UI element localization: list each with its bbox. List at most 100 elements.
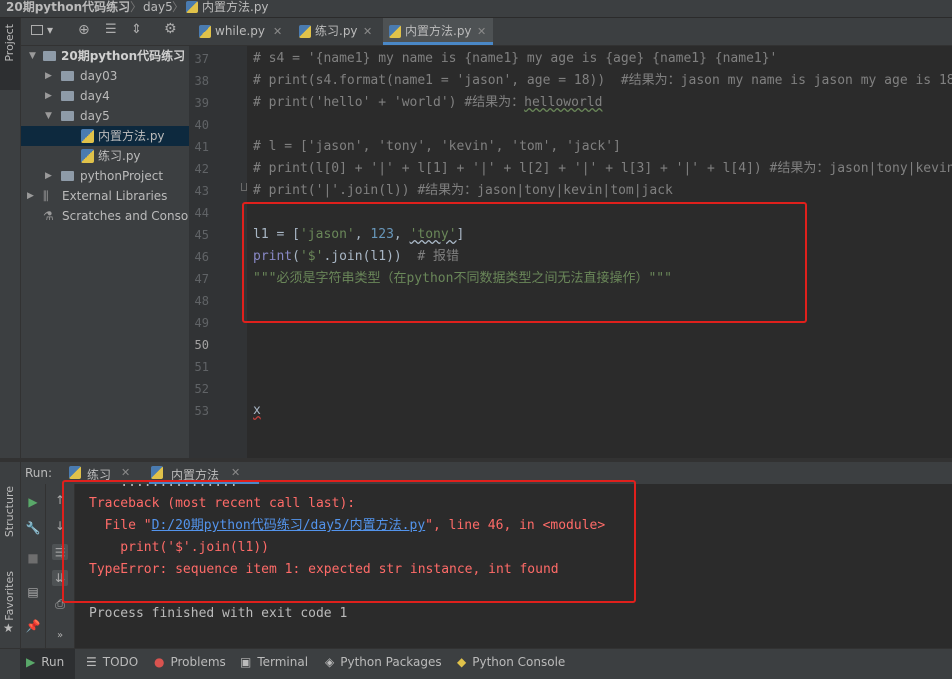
code-line: # l = ['jason', 'tony', 'kevin', 'tom', … (253, 139, 621, 154)
code-line: # print(s4.format(name1 = 'jason', age =… (253, 73, 952, 88)
tree-item-practice[interactable]: 练习.py (21, 146, 189, 166)
line-number: 38 (194, 74, 209, 88)
bottom-tab-todo[interactable]: ☰ TODO (86, 649, 138, 679)
star-icon[interactable]: ★ (3, 621, 14, 635)
python-file-icon (186, 1, 198, 13)
project-tree: ▼ 20期python代码练习 ▶ day03 ▶ day4 ▼ day5 内置… (21, 46, 205, 458)
tab-practice[interactable]: 练习.py ✕ (293, 18, 379, 45)
collapse-all-icon[interactable]: ☰ (105, 22, 117, 37)
line-number: 49 (194, 316, 209, 330)
tree-item-label: day03 (80, 69, 118, 83)
close-icon[interactable]: ✕ (363, 18, 372, 45)
python-file-icon (389, 25, 401, 38)
tree-item-day5[interactable]: ▼ day5 (21, 106, 189, 126)
tree-item-day03[interactable]: ▶ day03 (21, 66, 189, 86)
tree-item-external-libraries[interactable]: ▶ ⫼ External Libraries (21, 186, 189, 206)
locate-icon[interactable]: ⊕ (78, 22, 90, 38)
favorites-stripe-label[interactable]: Favorites (3, 571, 16, 621)
tree-item-day4[interactable]: ▶ day4 (21, 86, 189, 106)
tree-item-label: 20期python代码练习 (61, 49, 186, 63)
project-stripe-button[interactable]: Project (0, 18, 20, 90)
folder-icon (61, 171, 74, 181)
chevron-down-icon[interactable]: ▼ (45, 106, 52, 126)
chevron-right-icon[interactable]: ▶ (45, 66, 52, 86)
tree-item-label: pythonProject (80, 169, 164, 183)
tab-builtin-methods[interactable]: 内置方法.py ✕ (383, 18, 493, 45)
folder-icon (61, 91, 74, 101)
project-view-dropdown[interactable]: ▾ (47, 23, 53, 37)
expand-all-icon[interactable]: ⇕ (131, 22, 142, 37)
terminal-icon: ▣ (240, 655, 252, 669)
tree-item-scratches[interactable]: ⚗ Scratches and Consoles (21, 206, 205, 226)
code-line: # print(l[0] + '|' + l[1] + '|' + l[2] +… (253, 161, 952, 176)
bottom-tab-python-console[interactable]: ◆ Python Console (457, 649, 565, 679)
bottom-tab-run[interactable]: ▶ Run (20, 649, 75, 679)
python-icon: ◆ (457, 655, 467, 669)
bottom-tab-label: TODO (102, 655, 139, 669)
close-icon[interactable]: ✕ (273, 18, 282, 45)
project-view-icon[interactable] (31, 25, 43, 35)
line-number: 51 (194, 360, 209, 374)
bottom-tab-terminal[interactable]: ▣ Terminal (240, 649, 308, 679)
chevron-down-icon[interactable]: ▼ (29, 46, 36, 66)
code-comment: # print('hello' + 'world') #结果为： (253, 95, 525, 110)
line-number: 40 (194, 118, 209, 132)
python-file-icon (81, 149, 94, 163)
rerun-icon[interactable]: ▶ (25, 494, 41, 510)
close-icon[interactable]: ✕ (477, 18, 486, 45)
chevron-right-icon[interactable]: ▶ (45, 166, 52, 186)
tree-item-label: Scratches and Consoles (62, 209, 206, 223)
folder-icon (61, 71, 74, 81)
breadcrumb-separator: 〉 (130, 0, 143, 14)
line-number: 53 (194, 404, 209, 418)
tree-item-root[interactable]: ▼ 20期python代码练习 (21, 46, 189, 66)
bottom-tab-label: Problems (170, 655, 226, 669)
breadcrumb-separator: 〉 (172, 0, 185, 14)
tree-item-builtin-methods[interactable]: 内置方法.py (21, 126, 189, 146)
chevron-right-icon[interactable]: ▶ (45, 86, 52, 106)
python-file-icon (81, 129, 94, 143)
wrench-icon[interactable]: 🔧 (25, 520, 41, 536)
packages-icon: ◈ (325, 655, 335, 669)
close-icon[interactable]: ✕ (231, 466, 240, 479)
line-number: 47 (194, 272, 209, 286)
close-icon[interactable]: ✕ (121, 466, 130, 479)
breadcrumb: 20期python代码练习 〉 day5 〉 内置方法.py (0, 0, 952, 18)
bottom-tab-problems[interactable]: ● Problems (154, 649, 226, 679)
code-comment-typo: helloworld (524, 95, 603, 110)
project-panel-header: ▾ ⊕ ☰ ⇕ ⚙ (21, 18, 189, 46)
tree-item-label: 内置方法.py (98, 129, 165, 143)
pin-icon[interactable]: 📌 (25, 618, 41, 634)
tree-item-label: day5 (80, 109, 110, 123)
more-icon[interactable]: » (52, 628, 68, 644)
folder-icon (61, 111, 74, 121)
gear-icon[interactable]: ⚙ (164, 21, 177, 37)
line-number-gutter: 37 38 39 40 41 42 43 44 45 46 47 48 49 5… (189, 46, 247, 458)
breadcrumb-folder[interactable]: day5 (143, 0, 173, 14)
bottom-tab-python-packages[interactable]: ◈ Python Packages (325, 649, 442, 679)
breadcrumb-project[interactable]: 20期python代码练习 (6, 0, 130, 14)
chevron-right-icon[interactable]: ▶ (27, 186, 34, 206)
error-icon: ● (154, 655, 165, 669)
console-exit-status: Process finished with exit code 1 (89, 606, 348, 621)
run-label: Run: (25, 466, 53, 480)
code-line: # print('|'.join(l)) #结果为：jason|tony|kev… (253, 183, 673, 198)
line-number: 37 (194, 52, 209, 66)
breadcrumb-file[interactable]: 内置方法.py (202, 0, 269, 14)
tree-item-label: 练习.py (98, 149, 141, 163)
tree-item-label: day4 (80, 89, 110, 103)
stop-icon[interactable]: ■ (25, 550, 41, 566)
layout-icon[interactable]: ▤ (25, 584, 41, 600)
highlight-box-code (242, 202, 807, 323)
structure-stripe-label[interactable]: Structure (3, 486, 16, 537)
python-file-icon (299, 25, 311, 38)
tab-label: 练习.py (315, 24, 358, 38)
tree-item-pythonproject[interactable]: ▶ pythonProject (21, 166, 189, 186)
line-number: 46 (194, 250, 209, 264)
tab-while[interactable]: while.py ✕ (193, 18, 289, 45)
highlight-box-error (62, 480, 636, 603)
tab-label: 内置方法.py (405, 24, 472, 38)
bottom-tab-label: Run (41, 655, 65, 669)
play-icon: ▶ (26, 655, 36, 669)
bottom-tool-bar: ▶ Run ☰ TODO ● Problems ▣ Terminal ◈ Python P… (0, 648, 952, 679)
